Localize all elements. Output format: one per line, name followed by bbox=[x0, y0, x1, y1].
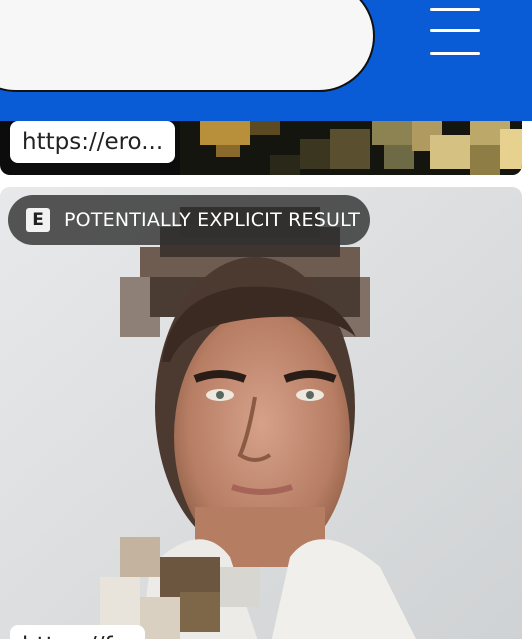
result-url[interactable]: https://f... bbox=[10, 625, 145, 639]
image-search-results: o https://ero... bbox=[0, 0, 532, 639]
explicit-warning-text: POTENTIALLY EXPLICIT RESULT bbox=[64, 209, 361, 231]
explicit-e-icon: E bbox=[26, 208, 50, 232]
result-url[interactable]: https://ero... bbox=[10, 121, 176, 163]
result-card[interactable]: https://ero... bbox=[0, 121, 522, 175]
result-card[interactable]: E POTENTIALLY EXPLICIT RESULT https://f.… bbox=[0, 187, 522, 639]
hamburger-menu-icon[interactable] bbox=[426, 6, 486, 60]
top-header: o bbox=[0, 0, 532, 121]
result-image-pixelated-portrait bbox=[0, 187, 522, 639]
explicit-warning-badge: E POTENTIALLY EXPLICIT RESULT bbox=[8, 195, 370, 245]
search-input[interactable]: o bbox=[0, 0, 375, 92]
